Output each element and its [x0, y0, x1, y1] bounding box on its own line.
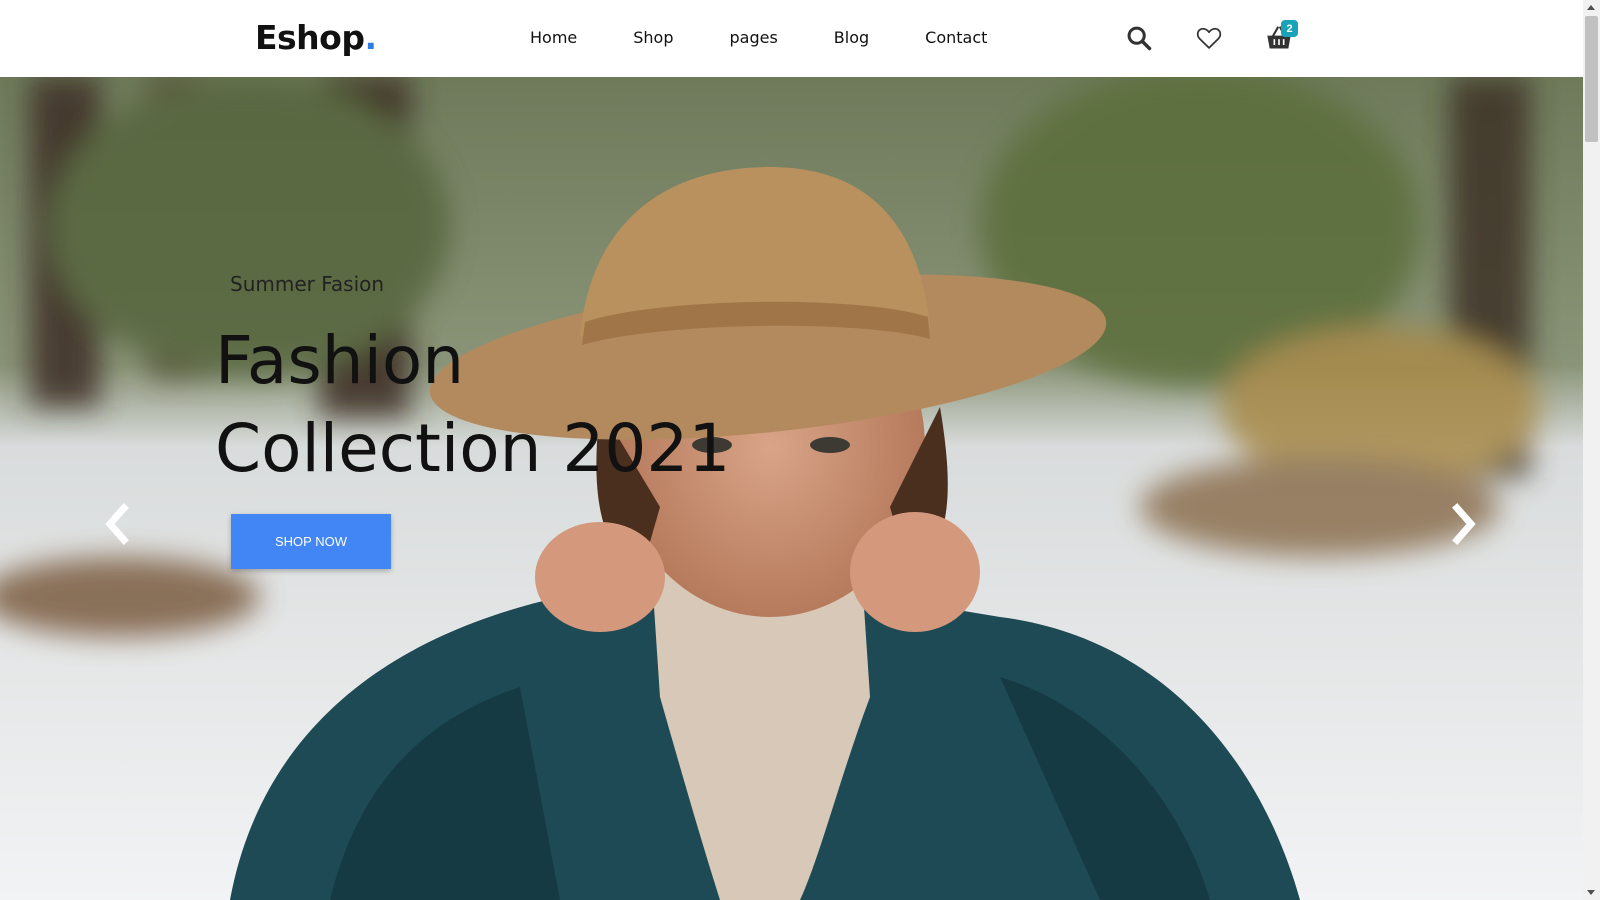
- nav-pages[interactable]: pages: [730, 28, 778, 47]
- search-icon[interactable]: [1125, 24, 1153, 52]
- hero-title-line-2: Collection 2021: [215, 410, 731, 487]
- main-nav: Home Shop pages Blog Contact: [530, 28, 1043, 47]
- nav-contact[interactable]: Contact: [925, 28, 987, 47]
- page: Eshop. Home Shop pages Blog Contact 2 Su…: [0, 0, 1600, 900]
- nav-shop[interactable]: Shop: [633, 28, 673, 47]
- hero-subtitle: Summer Fasion: [230, 272, 385, 296]
- brand-logo[interactable]: Eshop.: [255, 18, 377, 57]
- chevron-right-icon[interactable]: [1447, 502, 1481, 546]
- hero-slider: Summer Fasion Fashion Collection 2021 SH…: [0, 77, 1583, 900]
- hero-title-line-1: Fashion: [215, 322, 465, 399]
- page-scrollbar[interactable]: [1583, 0, 1600, 900]
- scroll-up-arrow-icon[interactable]: [1587, 5, 1595, 10]
- cart-count-badge: 2: [1281, 20, 1298, 37]
- chevron-left-icon[interactable]: [100, 502, 134, 546]
- scroll-down-arrow-icon[interactable]: [1587, 890, 1595, 895]
- nav-home[interactable]: Home: [530, 28, 577, 47]
- brand-dot: .: [364, 18, 377, 57]
- heart-icon[interactable]: [1195, 24, 1223, 52]
- brand-name: Eshop: [255, 18, 365, 57]
- site-header: Eshop. Home Shop pages Blog Contact 2: [0, 0, 1583, 77]
- shop-now-button[interactable]: SHOP NOW: [231, 514, 391, 569]
- scroll-thumb[interactable]: [1585, 16, 1598, 142]
- nav-blog[interactable]: Blog: [834, 28, 869, 47]
- hero-title: Fashion Collection 2021: [215, 317, 735, 493]
